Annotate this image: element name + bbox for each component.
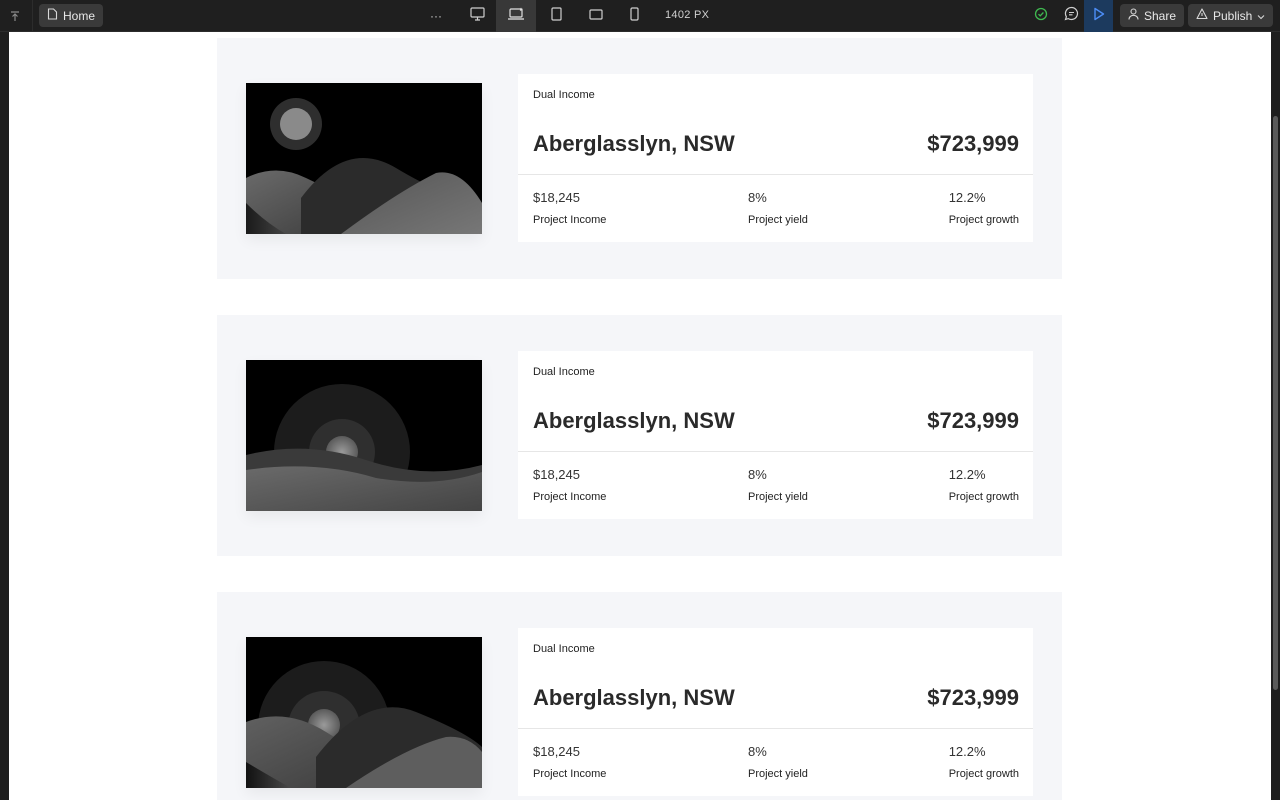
listing-info-panel: Dual Income Aberglasslyn, NSW $723,999 $…	[518, 351, 1033, 519]
listing-card[interactable]: Dual Income Aberglasslyn, NSW $723,999 $…	[217, 315, 1062, 556]
breakpoint-tablet-button[interactable]	[542, 0, 570, 32]
listing-info-panel: Dual Income Aberglasslyn, NSW $723,999 $…	[518, 628, 1033, 796]
stat-project-yield: 8% Project yield	[748, 467, 808, 503]
stat-label: Project growth	[948, 491, 1019, 503]
breakpoint-desktop-button[interactable]	[462, 0, 493, 32]
stat-project-income: $18,245 Project Income	[533, 190, 606, 226]
stat-project-yield: 8% Project yield	[748, 744, 808, 780]
info-divider	[518, 728, 1033, 729]
stat-label: Project growth	[948, 214, 1019, 226]
stat-value: 12.2%	[948, 190, 986, 205]
listing-location: Aberglasslyn, NSW	[533, 408, 735, 433]
listing-card[interactable]: Dual Income Aberglasslyn, NSW $723,999 $…	[217, 592, 1062, 800]
collapse-up-icon[interactable]	[4, 5, 26, 27]
more-options-label: ···	[430, 9, 442, 23]
user-icon	[1128, 8, 1139, 23]
stat-project-income: $18,245 Project Income	[533, 744, 606, 780]
stat-value: 12.2%	[948, 744, 986, 759]
listing-location: Aberglasslyn, NSW	[533, 131, 735, 156]
stat-value: 8%	[748, 190, 767, 205]
comments-button[interactable]	[1060, 0, 1082, 32]
image-placeholder-icon	[246, 83, 482, 234]
tablet-icon	[550, 6, 562, 26]
preview-button[interactable]	[1084, 0, 1113, 32]
stat-value: $18,245	[533, 744, 580, 759]
stat-project-growth: 12.2% Project growth	[949, 190, 1019, 226]
stat-project-growth: 12.2% Project growth	[949, 744, 1019, 780]
info-divider	[518, 174, 1033, 175]
share-label: Share	[1144, 8, 1177, 23]
stat-value: 8%	[748, 744, 767, 759]
publish-label: Publish	[1213, 8, 1253, 23]
share-button[interactable]: Share	[1120, 4, 1185, 27]
listing-type: Dual Income	[533, 89, 595, 101]
viewport-width-readout[interactable]: 1402 PX	[665, 9, 709, 21]
stat-project-growth: 12.2% Project growth	[949, 467, 1019, 503]
stat-label: Project growth	[948, 768, 1019, 780]
stat-label: Project yield	[748, 491, 808, 503]
editor-toolbar: Home ··· 1402 PX Share Publish	[0, 0, 1280, 32]
stat-value: $18,245	[533, 467, 580, 482]
breakpoint-mobile-button[interactable]	[621, 0, 648, 32]
listing-price: $723,999	[927, 131, 1019, 156]
play-icon	[1093, 7, 1105, 26]
image-placeholder-icon	[246, 360, 482, 511]
stat-value: 8%	[748, 467, 767, 482]
chevron-down-icon	[1257, 9, 1265, 23]
mobile-icon	[630, 6, 639, 26]
stat-label: Project Income	[533, 768, 607, 780]
stat-value: 12.2%	[948, 467, 986, 482]
page-name: Home	[63, 8, 96, 23]
desktop-icon	[470, 6, 485, 26]
image-placeholder-icon	[246, 637, 482, 788]
toolbar-divider	[32, 0, 33, 32]
listing-info-panel: Dual Income Aberglasslyn, NSW $723,999 $…	[518, 74, 1033, 242]
listing-type: Dual Income	[533, 643, 595, 655]
page-icon	[47, 8, 58, 23]
breakpoint-laptop-button[interactable]	[496, 0, 536, 32]
check-circle-icon	[1034, 7, 1048, 26]
stat-label: Project yield	[748, 214, 808, 226]
stat-project-yield: 8% Project yield	[748, 190, 808, 226]
stat-project-income: $18,245 Project Income	[533, 467, 606, 503]
listing-type: Dual Income	[533, 366, 595, 378]
breakpoint-tablet-landscape-button[interactable]	[581, 0, 610, 32]
more-options-button[interactable]: ···	[424, 0, 448, 32]
stat-value: $18,245	[533, 190, 580, 205]
listing-card[interactable]: Dual Income Aberglasslyn, NSW $723,999 $…	[217, 38, 1062, 279]
listing-location: Aberglasslyn, NSW	[533, 685, 735, 710]
comment-icon	[1064, 6, 1079, 26]
info-divider	[518, 451, 1033, 452]
laptop-icon	[507, 7, 525, 26]
publish-icon	[1196, 8, 1208, 23]
stat-label: Project yield	[748, 768, 808, 780]
site-status-indicator[interactable]	[1031, 0, 1051, 32]
canvas-scrollbar-thumb[interactable]	[1273, 116, 1278, 690]
design-canvas[interactable]: Dual Income Aberglasslyn, NSW $723,999 $…	[9, 32, 1271, 800]
stat-label: Project Income	[533, 491, 607, 503]
stat-label: Project Income	[533, 214, 607, 226]
publish-button[interactable]: Publish	[1188, 4, 1274, 27]
page-selector[interactable]: Home	[39, 4, 104, 27]
listing-price: $723,999	[927, 408, 1019, 433]
tablet-landscape-icon	[588, 7, 603, 25]
listing-price: $723,999	[927, 685, 1019, 710]
